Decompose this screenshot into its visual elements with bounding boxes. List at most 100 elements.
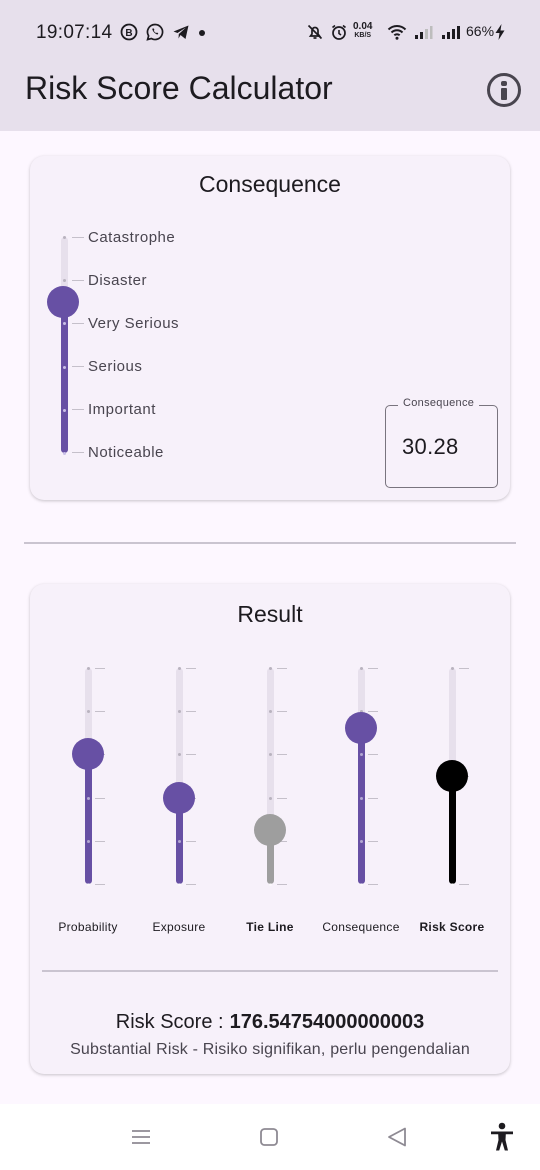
consequence-slider-tick-dot: [63, 365, 66, 369]
risk-description: Substantial Risk - Risiko signifikan, pe…: [70, 1041, 470, 1058]
risk-score-slider-tick: [459, 668, 469, 669]
status-bar: 19:07:14 B 0.04 KB/S 66%: [0, 0, 540, 64]
consequence-output-field: Consequence 30.28: [385, 397, 498, 488]
exposure-slider-tick: [186, 668, 196, 669]
consequence-slider-tick-dot: [360, 839, 363, 843]
app-bar: 19:07:14 B 0.04 KB/S 66% Risk Score Calc…: [0, 0, 540, 131]
tie-line-slider[interactable]: [245, 667, 295, 886]
probability-slider-tick-dot: [87, 667, 90, 670]
info-icon-dot: [501, 81, 507, 86]
risk-score-slider-fill: [449, 776, 456, 884]
level-label-very-serious: Very Serious: [88, 315, 180, 332]
consequence-slider-tick: [368, 754, 378, 756]
level-tick: [72, 452, 84, 453]
risk-score-value: 176.54754000000003: [229, 1011, 425, 1033]
risk-score-slider[interactable]: [427, 667, 477, 886]
home-icon[interactable]: [259, 1127, 279, 1147]
level-label-disaster: Disaster: [88, 272, 148, 289]
probability-slider-thumb[interactable]: [72, 738, 104, 771]
risk-score-label: Risk Score :: [115, 1011, 224, 1033]
consequence-slider-tick-dot: [360, 883, 363, 886]
tie-line-slider-tick: [277, 797, 287, 799]
consequence-output-value: 30.28: [402, 434, 459, 459]
consequence-slider-fill: [358, 728, 365, 884]
consequence-slider-tick: [368, 711, 378, 713]
exposure-slider-tick: [186, 754, 196, 756]
signal-icon: [442, 26, 460, 39]
consequence-card-title: Consequence: [199, 171, 341, 197]
consequence-slider-tick: [368, 668, 378, 669]
probability-slider-tick: [95, 711, 105, 713]
tie-line-slider-tick: [277, 884, 287, 885]
section-divider: [24, 542, 516, 544]
system-nav-bar: [0, 1104, 540, 1170]
signal-icon: [415, 26, 433, 39]
beeper-icon: B: [120, 23, 138, 41]
level-tick: [72, 409, 84, 410]
result-divider: [42, 970, 498, 972]
level-label-catastrophe: Catastrophe: [88, 229, 176, 246]
level-tick: [72, 280, 84, 281]
consequence-slider-tick-dot: [63, 236, 66, 239]
tie-line-slider-tick: [277, 754, 287, 756]
risk-score-slider-tick-dot: [451, 667, 454, 670]
probability-slider-tick: [95, 797, 105, 799]
risk-score-slider-tick-dot: [451, 883, 454, 886]
telegram-icon: [173, 25, 189, 39]
consequence-slider-tick: [368, 840, 378, 842]
level-tick: [72, 323, 84, 324]
risk-score-line: Risk Score :176.54754000000003: [0, 1011, 540, 1034]
wifi-icon: [387, 25, 407, 40]
exposure-slider-tick-dot: [178, 883, 181, 886]
bell-off-icon: [307, 24, 323, 40]
probability-slider-tick-dot: [87, 883, 90, 886]
page-title: Risk Score Calculator: [25, 70, 333, 106]
consequence-slider-tick-dot: [360, 667, 363, 670]
tie-line-slider-thumb[interactable]: [254, 814, 286, 846]
probability-slider-tick-dot: [87, 839, 90, 843]
level-tick: [72, 237, 84, 238]
probability-slider-tick-dot: [87, 796, 90, 800]
tie-line-slider-tick-dot: [269, 796, 272, 800]
probability-slider-tick: [95, 884, 105, 885]
info-icon[interactable]: [487, 73, 521, 107]
level-label-important: Important: [88, 401, 156, 418]
whatsapp-icon: [146, 23, 164, 41]
exposure-slider-tick: [186, 884, 196, 885]
battery-percent: 66%: [466, 23, 495, 39]
level-label-noticeable: Noticeable: [88, 444, 164, 461]
consequence-card: Consequence Catastrophe Disaster Very Se…: [30, 156, 510, 500]
menu-icon[interactable]: [130, 1128, 152, 1146]
result-card-title: Result: [237, 601, 303, 627]
exposure-slider-thumb[interactable]: [163, 781, 195, 814]
notification-dot-icon: [199, 30, 205, 36]
level-tick: [72, 366, 84, 367]
consequence-slider-tick-dot: [63, 408, 66, 412]
consequence-slider-tick-dot: [63, 452, 66, 455]
exposure-slider-tick: [186, 711, 196, 713]
exposure-slider-tick: [186, 840, 196, 842]
exposure-slider-tick-dot: [178, 667, 181, 670]
probability-slider-tick: [95, 668, 105, 669]
consequence-slider[interactable]: [336, 667, 386, 886]
exposure-slider-tick-dot: [178, 839, 181, 843]
info-icon-bar: [501, 88, 507, 100]
consequence-output-label: Consequence: [398, 397, 480, 409]
exposure-slider[interactable]: [154, 667, 204, 886]
risk-score-slider-label: Risk Score: [419, 920, 485, 934]
consequence-slider-tick-dot: [360, 796, 363, 800]
consequence-slider-thumb[interactable]: [47, 285, 79, 318]
tie-line-slider-tick-dot: [269, 883, 272, 886]
risk-score-slider-tick: [459, 884, 469, 885]
consequence-slider-tick: [368, 797, 378, 799]
alarm-icon: [331, 24, 347, 40]
tie-line-slider-tick-dot: [269, 667, 272, 670]
back-icon[interactable]: [386, 1126, 408, 1148]
net-speed: 0.04 KB/S: [353, 21, 373, 40]
accessibility-icon[interactable]: [489, 1122, 515, 1152]
charging-icon: [495, 24, 505, 40]
tie-line-slider-tick: [277, 711, 287, 713]
probability-slider[interactable]: [63, 667, 113, 886]
consequence-slider-thumb[interactable]: [345, 712, 377, 745]
risk-score-slider-thumb[interactable]: [436, 760, 468, 792]
